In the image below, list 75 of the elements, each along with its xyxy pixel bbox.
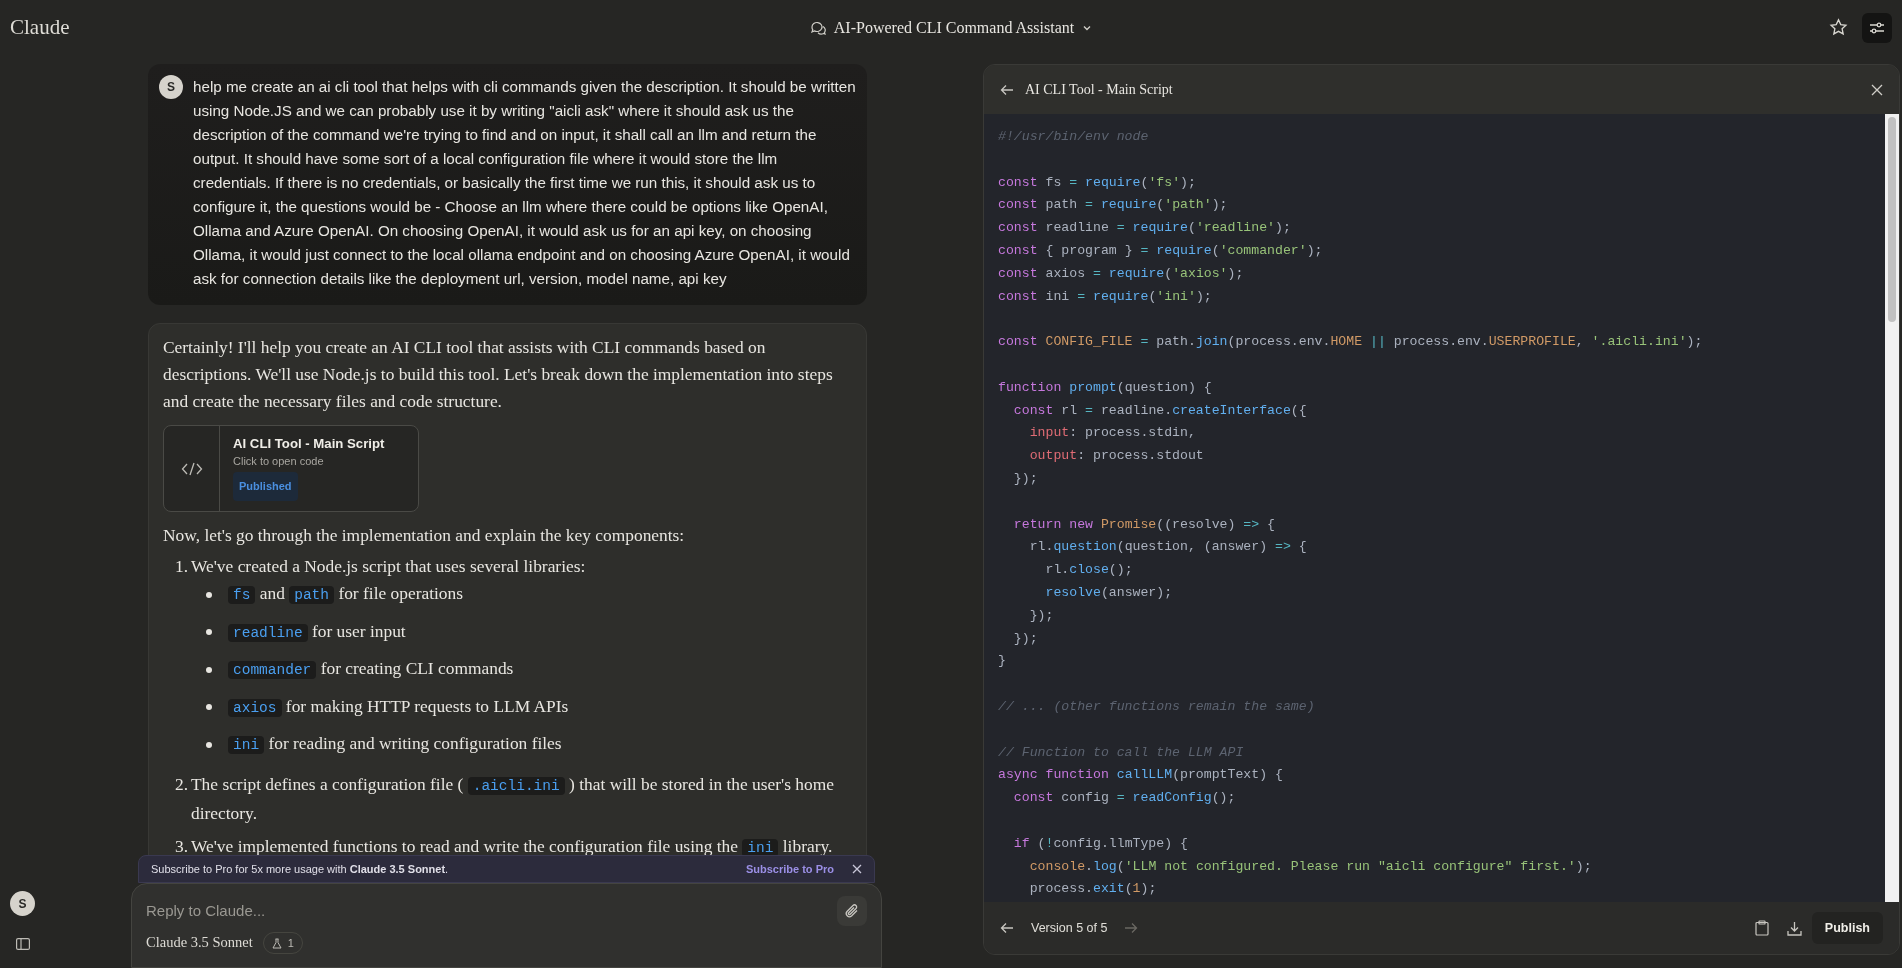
artifact-subtitle: Click to open code (233, 454, 324, 469)
conversation-title[interactable]: AI-Powered CLI Command Assistant (809, 15, 1093, 40)
flask-icon (271, 937, 282, 949)
artifact-title: AI CLI Tool - Main Script (233, 435, 385, 453)
star-icon[interactable] (1829, 18, 1848, 37)
settings-button[interactable] (1862, 12, 1892, 43)
list-number: 1. (175, 555, 190, 578)
copy-icon[interactable] (1754, 920, 1769, 936)
code-line: const CONFIG_FILE = path.join(process.env.HOME || process.env.USERPROFILE, '.aicli.ini'); (998, 333, 1703, 352)
code-line: #!/usr/bin/env node (998, 128, 1149, 146)
message-text: Now, let's go through the implementation and explain the key components: (163, 524, 686, 547)
code-line: const rl = readline.createInterface({ (1012, 401, 1307, 420)
code-line: const fs = require('fs'); (998, 173, 1196, 192)
message-text: help me create an ai cli tool that helps with cli commands given the description. It should be written using Node.JS and we can probably use it by writing "aicli ask" where it should ask us the description of the command we're trying to find and on input, it shall call an llm and return the output. It should have some sort of a local configuration file where it would store the llm credentials. If there is no credentials, or basically the first time we run this, it should ask us to configure it, the questions would be - Choose an llm where there could be options like OpenAI, Ollama and Azure OpenAI. On choosing OpenAI, it would ask us for an api key, on choosing Ollama, it would just connect to the local ollama endpoint and on choosing Azure OpenAI, it would ask for connection details like the deployment url, version, model name, api key (193, 77, 857, 289)
code-line: if (!config.llmType) { (1012, 834, 1188, 853)
user-avatar[interactable]: S (10, 891, 35, 916)
bullet-icon (206, 666, 212, 673)
list-item-text: fs and path for file operations (228, 580, 463, 609)
bullet-icon (206, 591, 212, 598)
code-line: const config = readConfig(); (1012, 789, 1236, 808)
code-line: return new Promise((resolve) => { (1012, 515, 1275, 534)
app-logo[interactable]: Claude (10, 11, 70, 44)
scrollbar[interactable] (1885, 114, 1899, 902)
code-line: }); (1012, 469, 1038, 488)
close-icon[interactable] (1871, 83, 1883, 96)
list-number: 3. (175, 835, 190, 858)
reply-field[interactable]: Reply to Claude... (146, 899, 829, 923)
panel-title: AI CLI Tool - Main Script (1025, 81, 1173, 99)
sidebar-toggle-icon[interactable] (16, 938, 30, 950)
user-avatar: S (159, 75, 183, 99)
code-line: const axios = require('axios'); (998, 264, 1244, 283)
bullet-icon (206, 704, 212, 710)
code-line: const { program } = require('commander'); (998, 242, 1323, 260)
banner-text: Subscribe to Pro for 5x more usage with Claude 3.5 Sonnet. (151, 861, 449, 877)
paperclip-icon (844, 903, 860, 919)
list-item-text: ini for reading and writing configuration files (228, 730, 562, 759)
code-line: input: process.stdin, (1028, 424, 1196, 443)
back-icon[interactable] (1000, 83, 1014, 96)
list-item-text: commander for creating CLI commands (228, 655, 514, 684)
list-item-text: readline for user input (228, 617, 406, 647)
code-line: process.exit(1); (1028, 880, 1157, 899)
publish-button[interactable]: Publish (1811, 912, 1883, 944)
list-item-text: We've created a Node.js script that uses several libraries: (191, 555, 586, 578)
code-line: resolve(answer); (1044, 583, 1173, 602)
published-badge: Published (233, 472, 298, 501)
code-line: const readline = require('readline'); (998, 219, 1291, 238)
chat-icon (809, 19, 826, 36)
code-line: rl.close(); (1044, 561, 1133, 580)
bullet-icon (206, 629, 212, 635)
code-line: const ini = require('ini'); (998, 287, 1212, 306)
code-line: async function callLLM(promptText) { (998, 766, 1283, 785)
code-line: // ... (other functions remain the same) (998, 697, 1315, 716)
message-text: Certainly! I'll help you create an AI CLI tool that assists with CLI commands based on descriptions. We'll use Node.js to build this tool. Let's break down the implementation into steps and create the necessary files and code structure. (163, 336, 834, 413)
code-line: }); (1012, 629, 1038, 648)
code-line: const path = require('path'); (998, 196, 1228, 215)
list-item-text: axios for making HTTP requests to LLM APIs (228, 692, 569, 722)
download-icon[interactable] (1786, 920, 1802, 936)
list-number: 2. (175, 773, 190, 796)
code-icon (180, 460, 203, 477)
close-icon[interactable] (852, 864, 862, 874)
code-line: function prompt(question) { (998, 378, 1212, 397)
model-selector[interactable]: Claude 3.5 Sonnet (146, 932, 253, 954)
previous-version-icon[interactable] (1000, 922, 1014, 934)
code-line: rl.question(question, (answer) => { (1028, 538, 1307, 557)
version-label: Version 5 of 5 (1031, 919, 1108, 937)
attach-button[interactable] (837, 896, 867, 926)
code-line: console.log('LLM not configured. Please run "aicli configure" first.'); (1028, 857, 1592, 876)
bullet-icon (206, 741, 212, 748)
code-line: } (998, 652, 1006, 671)
code-line: }); (1028, 606, 1054, 625)
subscribe-link[interactable]: Subscribe to Pro (745, 860, 834, 878)
artifact-card[interactable]: AI CLI Tool - Main Script Click to open code Published (163, 425, 419, 512)
code-line: // Function to call the LLM API (998, 743, 1244, 762)
code-line: output: process.stdout (1028, 447, 1204, 466)
list-item-text: The script defines a configuration file ( .aicli.ini ) that will be stored in the user's home directory. (191, 773, 835, 825)
